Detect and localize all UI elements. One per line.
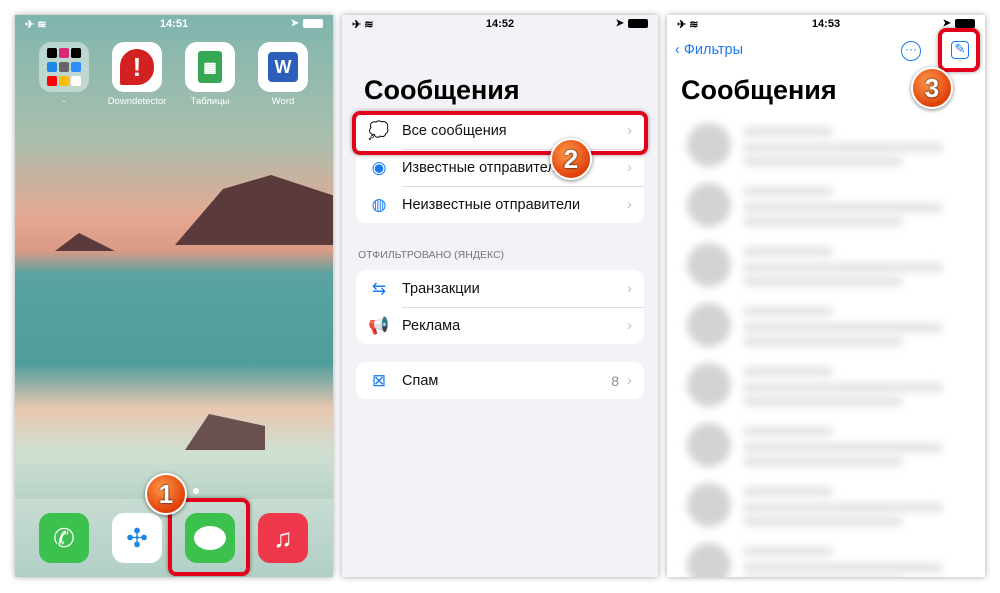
phone-app-icon[interactable]: ✆ bbox=[39, 513, 89, 563]
person-circle-icon: ◉ bbox=[371, 157, 387, 177]
message-row[interactable] bbox=[687, 113, 985, 173]
chevron-right-icon: › bbox=[627, 317, 632, 334]
home-screen: ✈ ≋ 14:51 ➤ - ! Downdetector ▦ Таблицы W Word… bbox=[15, 15, 333, 577]
folder-icon bbox=[39, 42, 89, 92]
message-row[interactable] bbox=[687, 413, 985, 473]
app-folder[interactable]: - bbox=[39, 42, 89, 107]
message-row[interactable] bbox=[687, 533, 985, 577]
wallpaper-rocks bbox=[175, 175, 333, 245]
sheets-icon: ▦ bbox=[185, 42, 235, 92]
arrows-icon: ⇆ bbox=[371, 278, 387, 298]
page-title: Сообщения bbox=[364, 75, 520, 105]
page-title: Сообщения bbox=[681, 75, 837, 105]
step-badge: 2 bbox=[550, 138, 592, 180]
highlight-compose bbox=[938, 28, 980, 72]
battery-icon: ➤ bbox=[291, 18, 323, 29]
row-ads[interactable]: 📢 Реклама › bbox=[356, 307, 644, 344]
app-downdetector[interactable]: ! Downdetector bbox=[108, 42, 166, 107]
section-header: ОТФИЛЬТРОВАНО (ЯНДЕКС) bbox=[358, 249, 505, 261]
row-unknown-senders[interactable]: ◍ Неизвестные отправители › bbox=[356, 186, 644, 223]
back-button[interactable]: ‹ Фильтры bbox=[675, 42, 743, 58]
messages-filters-screen: ✈ ≋ 14:52 ➤ Сообщения 💭 Все сообщения › ◉ Изв… bbox=[342, 15, 658, 577]
message-row[interactable] bbox=[687, 173, 985, 233]
app-word[interactable]: W Word bbox=[258, 42, 308, 107]
exclamation-icon: ! bbox=[112, 42, 162, 92]
highlight-messages bbox=[168, 498, 250, 576]
chevron-right-icon: › bbox=[627, 196, 632, 213]
more-icon[interactable]: ··· bbox=[901, 41, 921, 61]
yandex-group: ⇆ Транзакции › 📢 Реклама › bbox=[356, 270, 644, 344]
wallpaper-rock bbox=[55, 233, 115, 251]
message-row[interactable] bbox=[687, 353, 985, 413]
step-badge: 3 bbox=[911, 67, 953, 109]
chevron-right-icon: › bbox=[627, 159, 632, 176]
app-sheets[interactable]: ▦ Таблицы bbox=[185, 42, 235, 107]
status-bar: ✈ ≋ 14:53 ➤ bbox=[667, 15, 985, 35]
step-badge: 1 bbox=[145, 473, 187, 515]
safari-app-icon[interactable]: ✣ bbox=[112, 513, 162, 563]
status-bar: ✈ ≋ 14:51 ➤ bbox=[15, 15, 333, 35]
unknown-person-icon: ◍ bbox=[371, 194, 387, 214]
page-indicator bbox=[193, 488, 199, 494]
music-app-icon[interactable]: ♫ bbox=[258, 513, 308, 563]
message-row[interactable] bbox=[687, 473, 985, 533]
status-bar: ✈ ≋ 14:52 ➤ bbox=[342, 15, 658, 35]
chevron-right-icon: › bbox=[627, 280, 632, 297]
battery-icon: ➤ bbox=[616, 18, 648, 29]
spam-group: ⊠ Спам 8 › bbox=[356, 362, 644, 399]
wallpaper-rock bbox=[185, 414, 265, 450]
chevron-right-icon: › bbox=[627, 372, 632, 389]
row-transactions[interactable]: ⇆ Транзакции › bbox=[356, 270, 644, 307]
megaphone-icon: 📢 bbox=[368, 315, 390, 335]
spam-icon: ⊠ bbox=[371, 370, 387, 390]
message-row[interactable] bbox=[687, 233, 985, 293]
all-messages-screen: ✈ ≋ 14:53 ➤ ‹ Фильтры ··· ✎ Сообщения 3 bbox=[667, 15, 985, 577]
word-icon: W bbox=[258, 42, 308, 92]
highlight-all-messages bbox=[352, 111, 648, 155]
message-row[interactable] bbox=[687, 293, 985, 353]
row-spam[interactable]: ⊠ Спам 8 › bbox=[356, 362, 644, 399]
chevron-left-icon: ‹ bbox=[675, 42, 684, 58]
